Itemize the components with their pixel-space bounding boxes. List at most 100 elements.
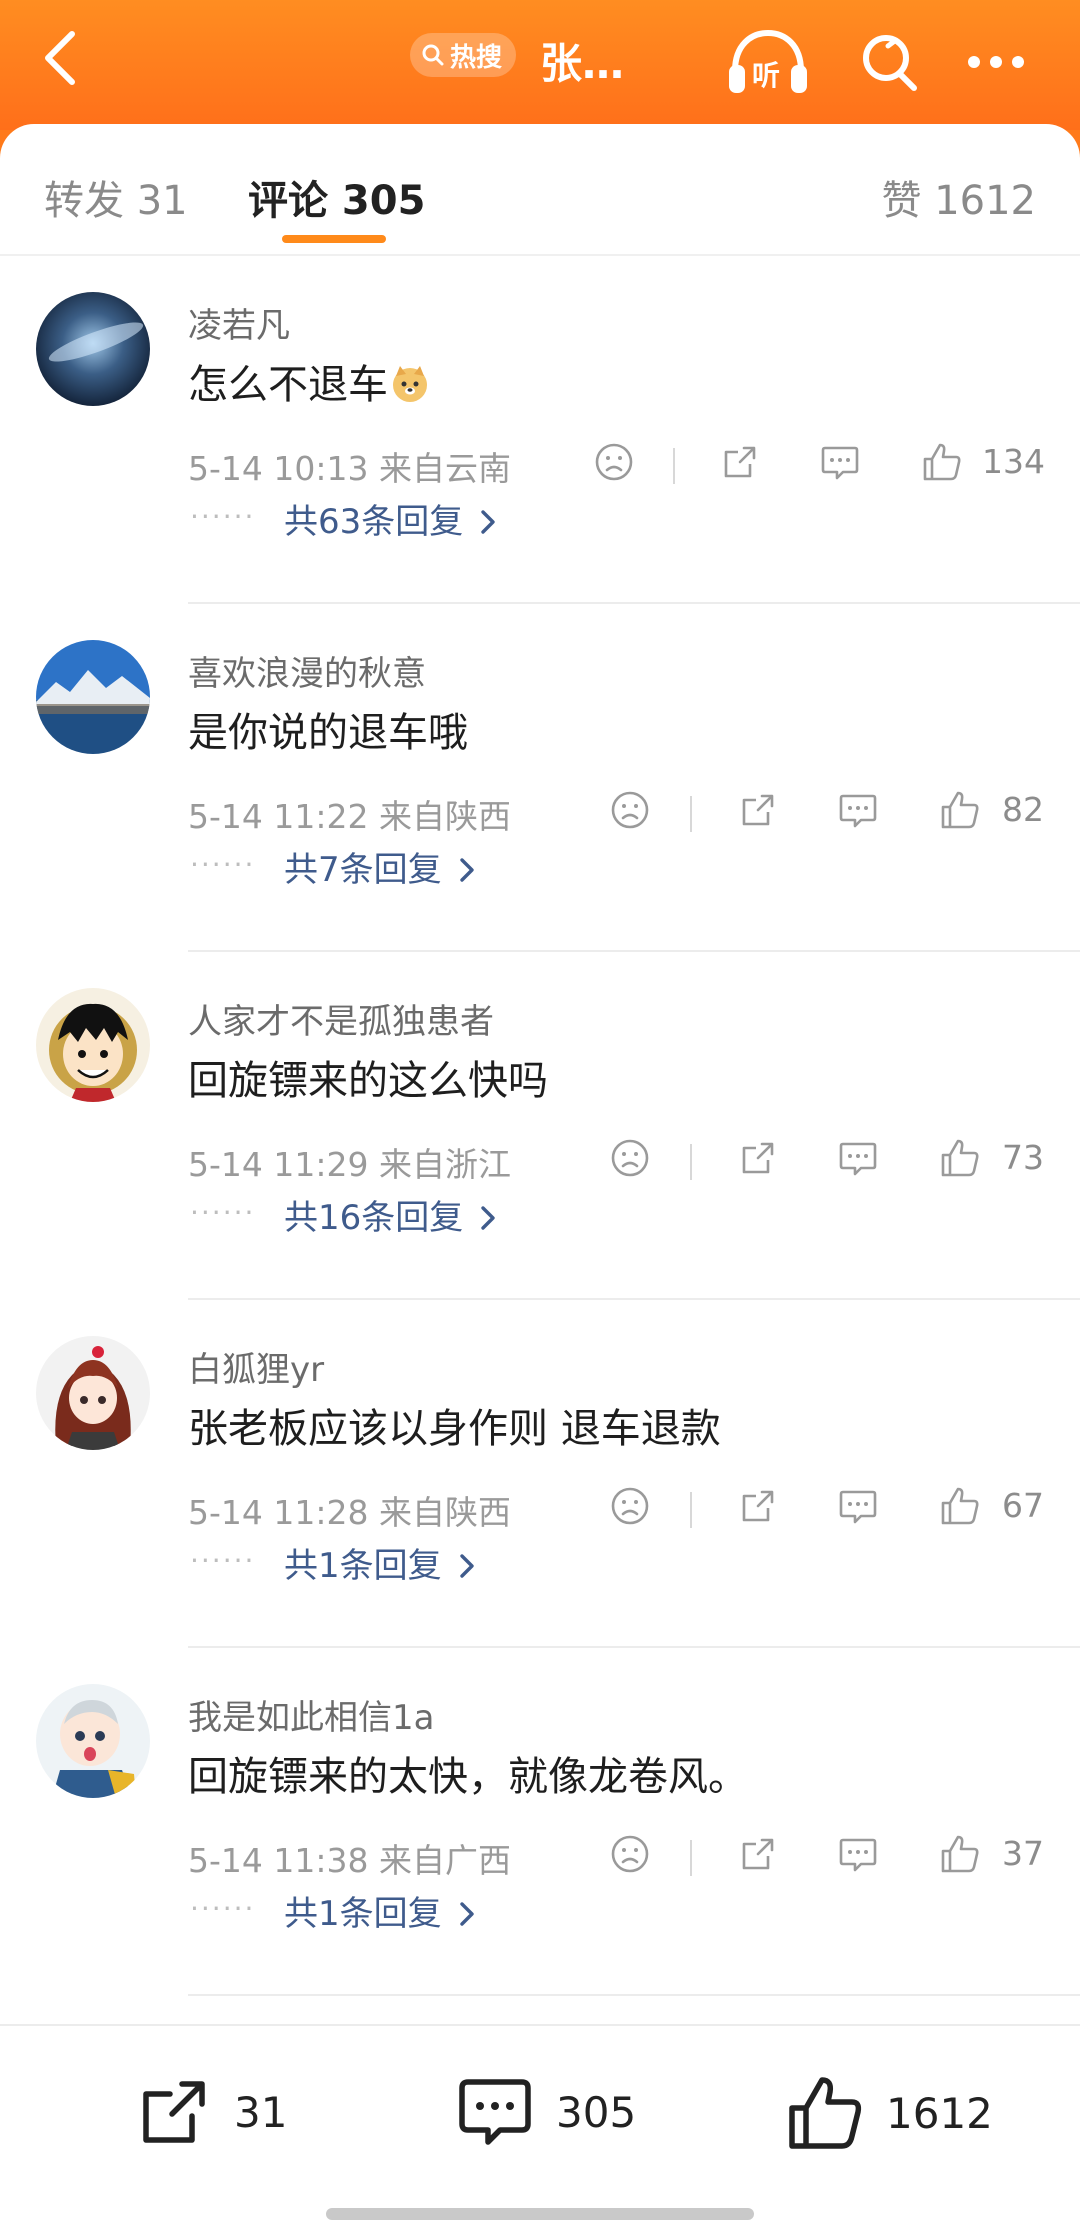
like-button[interactable]: [934, 1132, 986, 1184]
like-button[interactable]: [934, 784, 986, 836]
mountain-avatar-image: [36, 640, 150, 754]
comment-text: 是你说的退车哦: [188, 710, 468, 756]
comment-username[interactable]: 凌若凡: [188, 298, 290, 347]
view-replies-link[interactable]: 共1条回复: [284, 1886, 478, 1935]
dislike-button[interactable]: [604, 1828, 656, 1880]
reply-button[interactable]: [832, 1480, 884, 1532]
comment-icon: [839, 1142, 877, 1176]
chevron-right-icon: [481, 1206, 495, 1230]
comment-icon: [459, 2079, 531, 2145]
thumbs-up-icon: [941, 791, 979, 829]
sad-face-icon: [595, 443, 633, 481]
share-button[interactable]: [714, 436, 766, 488]
like-count: 67: [1002, 1486, 1044, 1525]
comment-username[interactable]: 白狐狸yr: [188, 1342, 324, 1391]
action-separator: [690, 1492, 692, 1528]
comment-text: 怎么不退车: [188, 352, 430, 410]
thumbs-up-icon: [941, 1139, 979, 1177]
listen-button[interactable]: 听: [722, 20, 814, 104]
hot-search-badge[interactable]: 热搜: [410, 33, 517, 77]
thumbs-up-icon: [789, 2077, 862, 2149]
more-icon: [968, 56, 1024, 68]
comment-item: 喜欢浪漫的秋意 是你说的退车哦 5-14 11:22 来自陕西 82 ·····…: [0, 604, 1080, 952]
like-count: 82: [1002, 790, 1044, 829]
comment-icon: [839, 1490, 877, 1524]
share-icon: [742, 1142, 774, 1174]
avatar[interactable]: [36, 292, 150, 406]
anime-girl-avatar-image: [36, 1336, 150, 1450]
comment-text: 张老板应该以身作则 退车退款: [188, 1406, 721, 1452]
share-icon: [724, 446, 756, 478]
view-replies-link[interactable]: 共16条回复: [284, 1190, 499, 1239]
view-replies-link[interactable]: 共7条回复: [284, 842, 478, 891]
reply-button[interactable]: [832, 1132, 884, 1184]
search-icon: [422, 44, 444, 66]
comment-meta: 5-14 11:29 来自浙江: [188, 1145, 511, 1184]
view-replies-link[interactable]: 共63条回复: [284, 494, 499, 543]
dislike-button[interactable]: [588, 436, 640, 488]
reply-button[interactable]: [814, 436, 866, 488]
comment-item: 我是如此相信1a 回旋镖来的太快，就像龙卷风。 5-14 11:38 来自广西 …: [0, 1648, 1080, 1996]
like-total: 1612: [886, 2088, 993, 2138]
share-button[interactable]: [732, 1480, 784, 1532]
share-icon: [143, 2081, 205, 2143]
thumbs-up-icon: [941, 1487, 979, 1525]
comment-item: 人家才不是孤独患者 回旋镖来的这么快吗 5-14 11:29 来自浙江 73 ·…: [0, 952, 1080, 1300]
view-replies-link[interactable]: 共1条回复: [284, 1538, 478, 1587]
avatar[interactable]: [36, 640, 150, 754]
cartoon-baby-avatar-image: [36, 1684, 150, 1798]
galaxy-avatar-image: [36, 292, 150, 406]
avatar[interactable]: [36, 1684, 150, 1798]
like-button[interactable]: [916, 436, 968, 488]
share-button[interactable]: [732, 784, 784, 836]
sad-face-icon: [611, 1487, 649, 1525]
top-bar: 热搜 张… 听: [0, 0, 1080, 130]
tab-comments[interactable]: 评论 305: [248, 168, 425, 226]
reply-dots: ······: [190, 1892, 256, 1925]
search-icon: [863, 35, 917, 91]
page-title: 张…: [540, 39, 625, 88]
avatar[interactable]: [36, 988, 150, 1102]
share-button[interactable]: [732, 1828, 784, 1880]
avatar[interactable]: [36, 1336, 150, 1450]
thumbs-up-icon: [923, 443, 961, 481]
comment-item: 白狐狸yr 张老板应该以身作则 退车退款 5-14 11:28 来自陕西 67 …: [0, 1300, 1080, 1648]
tab-likes[interactable]: 赞 1612: [881, 168, 1036, 226]
like-post-button[interactable]: 1612: [786, 2074, 993, 2152]
comment-icon: [839, 1838, 877, 1872]
share-button[interactable]: [732, 1132, 784, 1184]
search-button[interactable]: [852, 20, 928, 104]
comment-divider: [188, 1994, 1080, 1996]
comment-username[interactable]: 喜欢浪漫的秋意: [188, 646, 426, 695]
comments-sheet: 转发 31 评论 305 赞 1612 凌若凡 怎么不退车 5-14 10:13…: [0, 124, 1080, 2232]
comment-username[interactable]: 人家才不是孤独患者: [188, 994, 494, 1043]
reply-dots: ······: [190, 1196, 256, 1229]
comment-username[interactable]: 我是如此相信1a: [188, 1690, 434, 1739]
reply-button[interactable]: [832, 1828, 884, 1880]
chevron-right-icon: [459, 1902, 474, 1926]
sad-face-icon: [611, 1139, 649, 1177]
dislike-button[interactable]: [604, 1480, 656, 1532]
more-button[interactable]: [958, 20, 1034, 104]
tab-active-indicator: [282, 235, 386, 243]
chevron-left-icon: [45, 31, 75, 85]
sad-face-icon: [611, 791, 649, 829]
tab-reposts[interactable]: 转发 31: [44, 168, 188, 226]
comment-meta: 5-14 11:38 来自广西: [188, 1841, 511, 1880]
reply-button[interactable]: [832, 784, 884, 836]
dislike-button[interactable]: [604, 784, 656, 836]
listen-label: 听: [752, 59, 781, 92]
back-button[interactable]: [28, 20, 92, 96]
like-button[interactable]: [934, 1480, 986, 1532]
dislike-button[interactable]: [604, 1132, 656, 1184]
like-button[interactable]: [934, 1828, 986, 1880]
repost-button[interactable]: 31: [136, 2074, 287, 2150]
repost-count: 31: [234, 2087, 288, 2137]
comment-icon: [839, 794, 877, 828]
thumbs-up-icon: [941, 1835, 979, 1873]
cartoon-boy-avatar-image: [36, 988, 150, 1102]
action-separator: [690, 1840, 692, 1876]
reply-dots: ······: [190, 500, 256, 533]
comment-button[interactable]: 305: [456, 2074, 636, 2150]
chevron-right-icon: [459, 1554, 474, 1578]
